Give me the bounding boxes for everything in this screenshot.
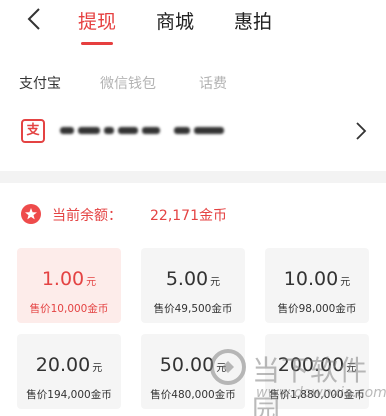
option-price: 售价10,000金币: [29, 303, 109, 315]
balance-label: 当前余额：: [52, 208, 122, 224]
tab-withdraw[interactable]: 提现: [78, 0, 116, 48]
obscured-account-value: [60, 124, 225, 138]
alipay-account-row[interactable]: 支: [0, 110, 386, 158]
balance-value: 22,171金币: [150, 208, 227, 224]
withdraw-option-1[interactable]: 1.00 元 售价10,000金币: [17, 248, 121, 323]
tab-mall[interactable]: 商城: [156, 0, 194, 48]
withdraw-option-50[interactable]: 50.00 元 售价480,000金币: [141, 334, 245, 409]
withdraw-option-5[interactable]: 5.00 元 售价49,500金币: [141, 248, 245, 323]
section-divider: [0, 171, 386, 183]
option-amount: 20.00 元: [35, 354, 103, 376]
withdraw-option-20[interactable]: 20.00 元 售价194,000金币: [17, 334, 121, 409]
withdraw-option-200[interactable]: 200.00 元 售价1,880,000金币: [265, 334, 369, 409]
option-price: 售价98,000金币: [277, 303, 357, 315]
chevron-right-icon: [356, 122, 367, 140]
option-price: 售价480,000金币: [150, 389, 236, 401]
back-button[interactable]: [22, 6, 48, 32]
option-amount: 1.00 元: [41, 268, 97, 290]
subtab-phone-credit[interactable]: 话费: [199, 73, 227, 93]
payment-method-tabs: 支付宝 微信钱包 话费: [0, 64, 386, 100]
top-navigation-bar: 提现 商城 惠拍: [0, 0, 386, 48]
main-tabs: 提现 商城 惠拍: [78, 0, 312, 48]
option-amount: 5.00 元: [165, 268, 221, 290]
option-amount: 10.00 元: [283, 268, 351, 290]
balance-row: 当前余额： 22,171金币: [0, 200, 386, 228]
option-price: 售价49,500金币: [153, 303, 233, 315]
alipay-icon: 支: [21, 119, 45, 143]
star-icon: [21, 204, 41, 224]
option-amount: 200.00 元: [277, 354, 357, 376]
option-price: 售价194,000金币: [26, 389, 112, 401]
tab-huipai[interactable]: 惠拍: [234, 0, 272, 48]
withdraw-option-10[interactable]: 10.00 元 售价98,000金币: [265, 248, 369, 323]
subtab-wechat-wallet[interactable]: 微信钱包: [100, 73, 156, 93]
subtab-alipay[interactable]: 支付宝: [19, 73, 61, 93]
option-amount: 50.00 元: [159, 354, 227, 376]
chevron-left-icon: [27, 8, 40, 30]
option-price: 售价1,880,000金币: [269, 389, 365, 401]
